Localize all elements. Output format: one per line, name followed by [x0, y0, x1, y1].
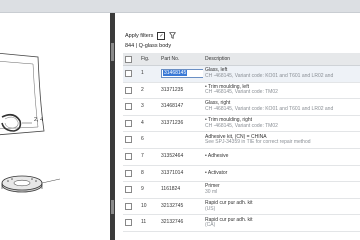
- callout-label: 2, 4: [34, 117, 44, 123]
- fig-cell: 10: [139, 198, 159, 216]
- parts-list-panel: Apply filters ✓ 844 | Q-glass body Fig. …: [115, 13, 360, 240]
- row-checkbox[interactable]: [125, 119, 132, 127]
- description-title: • Activator: [205, 169, 228, 176]
- description-cell: Rapid cur pur adh. kit (US): [203, 198, 360, 216]
- breadcrumb: 844 | Q-glass body: [125, 43, 172, 49]
- splitter-handle[interactable]: [111, 43, 114, 61]
- description-cell: Rapid cur pur adh. kit (CA): [203, 214, 360, 232]
- apply-filters[interactable]: Apply filters ✓: [125, 31, 177, 41]
- table-row[interactable]: 1 31468145 Glass, left CH -468145, Varian…: [123, 65, 360, 83]
- table-row[interactable]: 11 32132746 Rapid cur pur adh. kit (CA): [123, 214, 360, 232]
- part-no-input[interactable]: 31468145: [161, 69, 203, 79]
- table-row[interactable]: 6 Adhesive kit, (CN) = CHINA See SPJ-3435…: [123, 131, 360, 149]
- fig-cell: 4: [139, 115, 159, 133]
- row-checkbox[interactable]: [125, 70, 132, 78]
- select-all-header[interactable]: [123, 53, 139, 66]
- description-cell: • Adhesive: [203, 148, 360, 166]
- select-all-checkbox[interactable]: [125, 55, 132, 63]
- description-cell: Glass, left CH -468145, Variant code: KO0…: [203, 65, 360, 83]
- diagram-drawing: [0, 52, 61, 193]
- description-cell: Glass, right CH -468145, Variant code: KO…: [203, 98, 360, 116]
- parts-table: Fig. Part No. Description 1 31468145 Gla…: [123, 53, 360, 232]
- description-detail: 30 ml: [205, 188, 218, 195]
- splitter-handle[interactable]: [111, 200, 114, 214]
- part-no-cell: 1161824: [159, 181, 203, 199]
- table-header-row: Fig. Part No. Description: [123, 53, 360, 66]
- table-row[interactable]: 9 1161824 Primer 30 ml: [123, 181, 360, 199]
- row-checkbox[interactable]: [125, 86, 132, 94]
- row-checkbox[interactable]: [125, 169, 132, 177]
- part-no-cell: 31371235: [159, 82, 203, 100]
- description-detail: CH -468145, Variant code: KO01 and T601 …: [205, 105, 334, 112]
- description-detail: CH -468145, Variant code: TM02: [205, 89, 278, 96]
- description-title: • Adhesive: [205, 152, 229, 159]
- row-checkbox[interactable]: [125, 153, 132, 161]
- part-no-cell: 31468147: [159, 98, 203, 116]
- part-no-cell: 31371014: [159, 165, 203, 183]
- row-checkbox[interactable]: [125, 103, 132, 111]
- fig-cell: 7: [139, 148, 159, 166]
- fig-cell: 6: [139, 131, 159, 149]
- row-checkbox[interactable]: [125, 186, 132, 194]
- fig-cell: 2: [139, 82, 159, 100]
- table-row[interactable]: 4 31371236 • Trim moulding, right CH -468…: [123, 115, 360, 133]
- fig-cell: 3: [139, 98, 159, 116]
- apply-filters-checkbox[interactable]: ✓: [157, 32, 166, 40]
- part-no-cell: 32132745: [159, 198, 203, 216]
- table-row[interactable]: 2 31371235 • Trim moulding, left CH -4681…: [123, 82, 360, 100]
- description-detail: (US): [205, 205, 216, 212]
- apply-filters-label: Apply filters: [125, 33, 154, 39]
- fig-cell: 8: [139, 165, 159, 183]
- part-no-cell: 31371236: [159, 115, 203, 133]
- description-detail: (CA): [205, 222, 216, 229]
- description-detail: See SPJ-34359 in TIE for correct repair …: [205, 139, 311, 146]
- description-cell: Primer 30 ml: [203, 181, 360, 199]
- part-no-selected-text: 31468145: [163, 70, 188, 77]
- fig-cell: 9: [139, 181, 159, 199]
- description-header[interactable]: Description: [203, 53, 360, 66]
- parts-diagram[interactable]: 2, 4: [0, 13, 110, 240]
- description-detail: CH -468145, Variant code: TM02: [205, 122, 278, 129]
- description-detail: CH -468145, Variant code: KO01 and T601 …: [205, 72, 334, 79]
- row-checkbox[interactable]: [125, 136, 132, 144]
- fig-cell: 1: [139, 65, 159, 83]
- description-cell: • Activator: [203, 165, 360, 183]
- table-row[interactable]: 3 31468147 Glass, right CH -468145, Varia…: [123, 98, 360, 116]
- table-row[interactable]: 7 31352464 • Adhesive: [123, 148, 360, 166]
- row-checkbox[interactable]: [125, 202, 132, 210]
- description-cell: • Trim moulding, right CH -468145, Varian…: [203, 115, 360, 133]
- table-row[interactable]: 10 32132745 Rapid cur pur adh. kit (US): [123, 198, 360, 216]
- app-root: 2, 4 Apply filters ✓ 844 | Q-glass body …: [0, 0, 360, 240]
- top-toolbar: [0, 0, 360, 13]
- part-no-cell: 31352464: [159, 148, 203, 166]
- row-checkbox[interactable]: [125, 219, 132, 227]
- table-row[interactable]: 8 31371014 • Activator: [123, 165, 360, 183]
- part-no-cell: [159, 131, 203, 149]
- part-no-header[interactable]: Part No.: [159, 53, 203, 66]
- fig-header[interactable]: Fig.: [139, 53, 159, 66]
- part-no-cell[interactable]: 31468145: [159, 65, 203, 83]
- part-no-cell: 32132746: [159, 214, 203, 232]
- description-cell: • Trim moulding, left CH -468145, Variant…: [203, 82, 360, 100]
- fig-cell: 11: [139, 214, 159, 232]
- description-cell: Adhesive kit, (CN) = CHINA See SPJ-34359 …: [203, 131, 360, 149]
- filter-icon[interactable]: [169, 31, 177, 41]
